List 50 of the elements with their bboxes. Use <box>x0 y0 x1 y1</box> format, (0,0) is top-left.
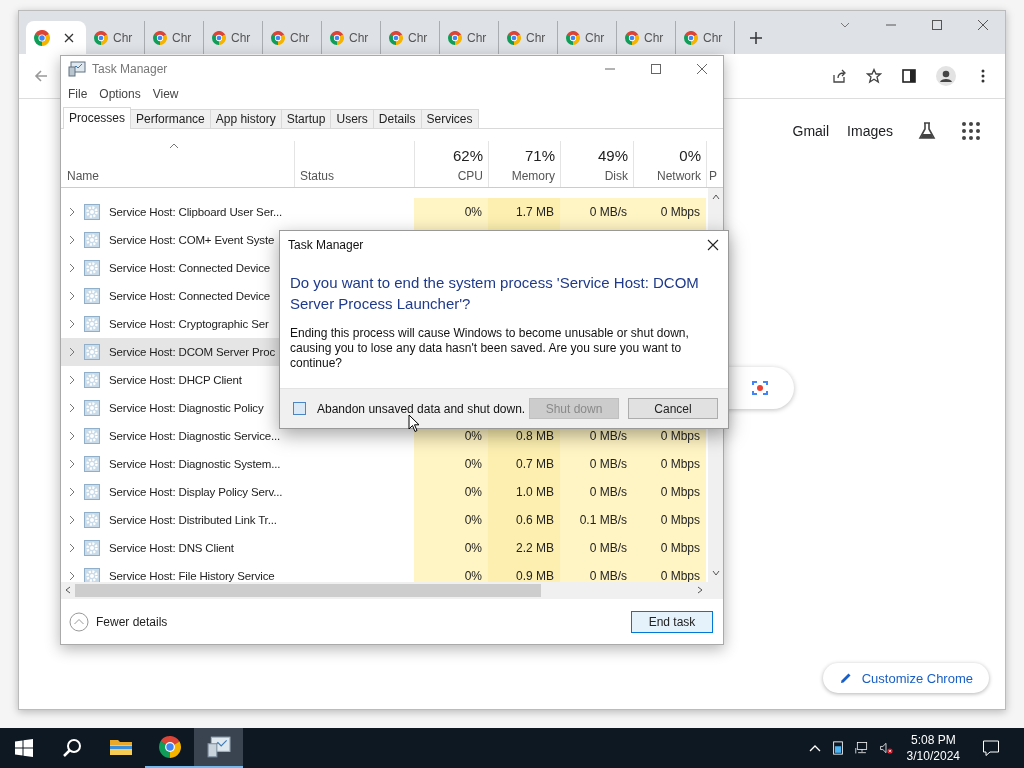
process-name: Service Host: Diagnostic System... <box>109 458 281 470</box>
process-name: Service Host: File History Service <box>109 570 275 582</box>
window-title: Task Manager <box>92 62 168 76</box>
process-name: Service Host: COM+ Event Syste <box>109 234 275 246</box>
table-cell: 0 Mbps <box>660 429 700 443</box>
table-cell: 0% <box>464 457 482 471</box>
table-cell: 0.6 MB <box>516 513 554 527</box>
dialog-title: Task Manager <box>288 238 364 252</box>
table-cell: 0% <box>464 205 482 219</box>
usage-percent: 71% <box>524 147 555 164</box>
process-name: Service Host: DHCP Client <box>109 374 242 386</box>
table-cell: 0% <box>464 485 482 499</box>
process-name: Service Host: Diagnostic Service... <box>109 430 281 442</box>
process-name: Service Host: Clipboard User Ser... <box>109 206 283 218</box>
table-cell: 0 MB/s <box>589 485 627 499</box>
table-cell: 0 Mbps <box>660 457 700 471</box>
table-cell: 0.7 MB <box>516 457 554 471</box>
table-cell: 0 Mbps <box>660 485 700 499</box>
process-name: Service Host: Cryptographic Ser <box>109 318 269 330</box>
process-name: Service Host: DNS Client <box>109 542 234 554</box>
table-cell: 0.8 MB <box>516 429 554 443</box>
process-name: Service Host: Connected Device <box>109 290 271 302</box>
table-cell: 0.1 MB/s <box>579 513 627 527</box>
usage-percent: 62% <box>452 147 483 164</box>
table-cell: 0 Mbps <box>660 513 700 527</box>
table-cell: 0 MB/s <box>589 205 627 219</box>
process-name: Service Host: Connected Device <box>109 262 271 274</box>
process-name: Service Host: DCOM Server Proc <box>109 346 276 358</box>
usage-percent: 0% <box>679 147 701 164</box>
table-cell: 0% <box>464 541 482 555</box>
table-cell: 0 Mbps <box>660 569 700 582</box>
table-cell: 1.7 MB <box>516 205 554 219</box>
process-name: Service Host: Diagnostic Policy <box>109 402 264 414</box>
usage-percent: 49% <box>597 147 628 164</box>
table-cell: 0 MB/s <box>589 429 627 443</box>
table-cell: 0 MB/s <box>589 569 627 582</box>
table-cell: 2.2 MB <box>516 541 554 555</box>
table-cell: 0 MB/s <box>589 457 627 471</box>
table-cell: 0% <box>464 429 482 443</box>
table-cell: 0% <box>464 569 482 582</box>
process-name: Service Host: Display Policy Serv... <box>109 486 283 498</box>
table-cell: 0% <box>464 513 482 527</box>
dialog-message: Ending this process will cause Windows to become unusable or shut down, causing you to lose any data hasn't been saved. Are you sure you want to continue? <box>289 325 690 371</box>
process-name: Service Host: Distributed Link Tr... <box>109 514 277 526</box>
table-cell: 0.9 MB <box>516 569 554 582</box>
table-cell: 1.0 MB <box>516 485 554 499</box>
table-cell: 0 Mbps <box>660 205 700 219</box>
table-cell: 0 Mbps <box>660 541 700 555</box>
dialog-heading: Do you want to end the system process 'Service Host: DCOM Server Process Launcher'? <box>289 273 700 314</box>
table-cell: 0 MB/s <box>589 541 627 555</box>
